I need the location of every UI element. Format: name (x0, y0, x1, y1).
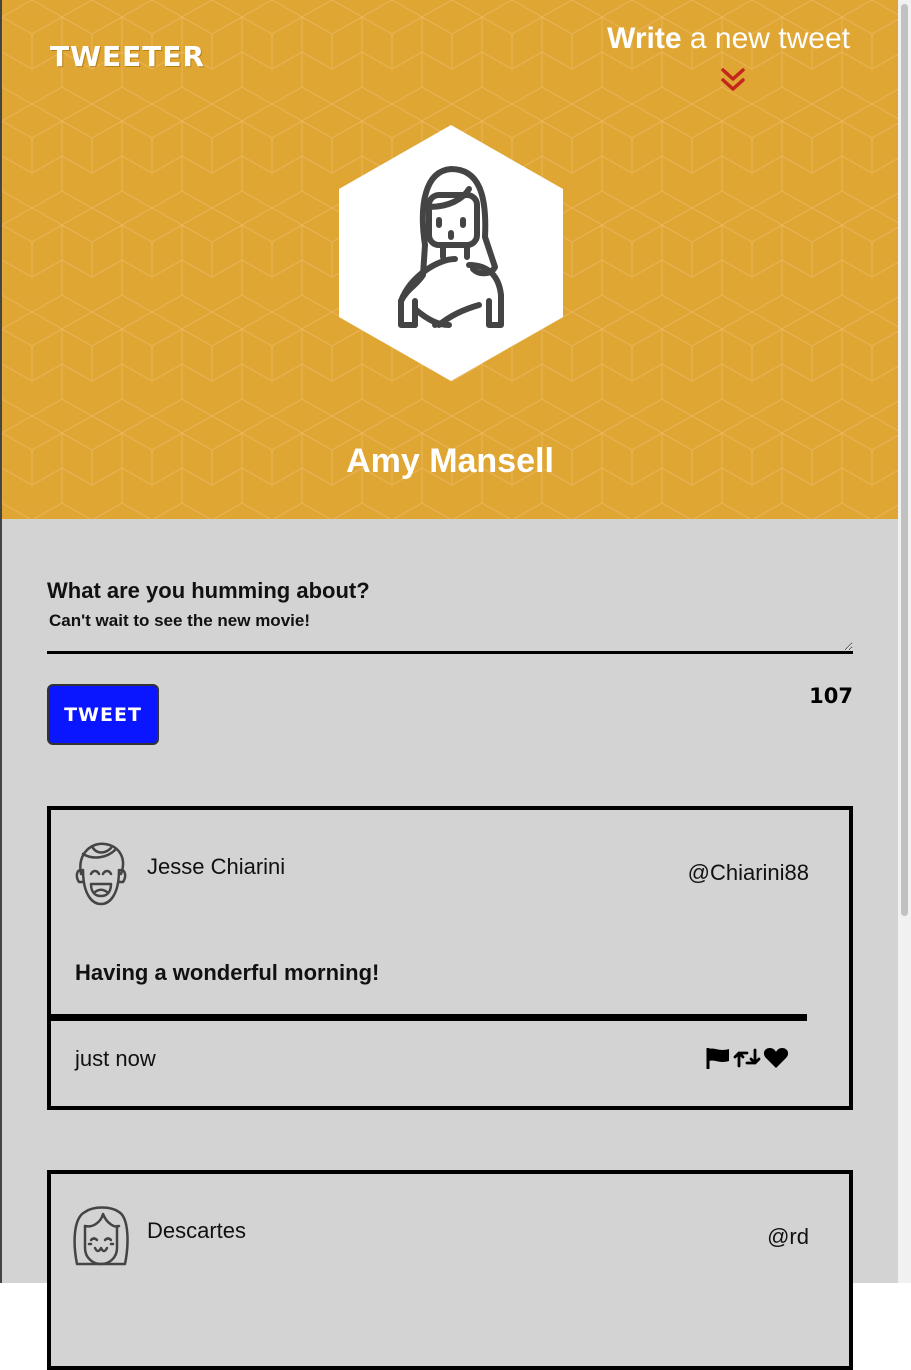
retweet-icon[interactable] (733, 1046, 761, 1074)
composer-prompt: What are you humming about? (47, 578, 370, 603)
tweet-author-handle: @rd (767, 1224, 809, 1249)
profile-header: TWEETER Write a new tweet Amy Mansell (2, 0, 898, 519)
write-link-bold: Write (607, 22, 682, 55)
woman-avatar-icon (339, 125, 563, 381)
laughing-man-avatar-icon (75, 842, 127, 906)
write-link-text: a new tweet (681, 22, 850, 55)
double-chevron-down-icon[interactable] (719, 66, 747, 94)
page: TWEETER Write a new tweet Amy Mansell Wh… (2, 0, 898, 1370)
tweet-input[interactable]: Can't wait to see the new movie! (47, 608, 853, 654)
smiling-girl-avatar-icon (73, 1206, 129, 1266)
write-new-tweet-link[interactable]: Write a new tweet (607, 20, 850, 58)
tweet-author-name: Descartes (147, 1218, 247, 1243)
flag-icon[interactable] (705, 1046, 731, 1074)
scrollbar[interactable] (898, 0, 911, 1283)
tweet-card: Jesse Chiarini @Chiarini88 Having a wond… (47, 806, 853, 1110)
tweet-author-name: Jesse Chiarini (147, 854, 286, 879)
tweet-author-handle: @Chiarini88 (687, 860, 809, 885)
app-logo[interactable]: TWEETER (50, 40, 205, 73)
tweet-card: Descartes @rd (47, 1170, 853, 1370)
tweet-timestamp: just now (75, 1046, 156, 1071)
character-counter: 107 (809, 684, 853, 708)
tweet-actions (705, 1046, 789, 1074)
tweet-button[interactable]: TWEET (47, 684, 159, 745)
heart-icon[interactable] (763, 1046, 789, 1074)
tweet-text: Having a wonderful morning! (75, 960, 380, 985)
tweet-divider (51, 1014, 807, 1021)
profile-name: Amy Mansell (346, 442, 554, 480)
scrollbar-thumb[interactable] (901, 4, 908, 916)
